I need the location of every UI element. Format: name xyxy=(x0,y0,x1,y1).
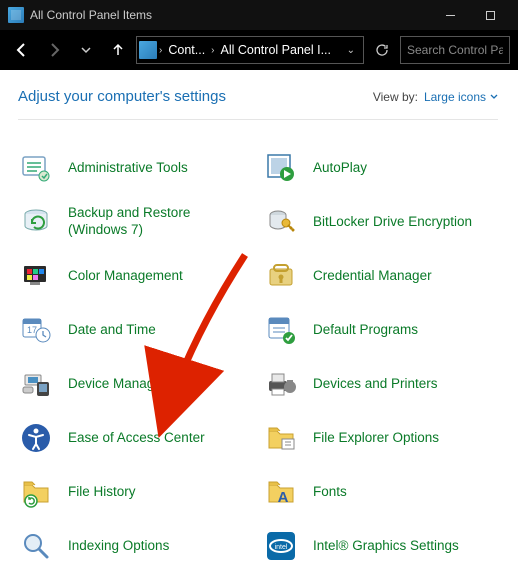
backup-restore-icon xyxy=(18,204,54,240)
address-bar[interactable]: › Cont... › All Control Panel I... ⌄ xyxy=(136,36,364,64)
administrative-tools-icon xyxy=(18,150,54,186)
search-box[interactable] xyxy=(400,36,510,64)
navbar: › Cont... › All Control Panel I... ⌄ xyxy=(0,30,518,70)
chevron-right-icon[interactable]: › xyxy=(211,45,214,56)
up-button[interactable] xyxy=(104,36,132,64)
item-bitlocker[interactable]: BitLocker Drive Encryption xyxy=(263,204,498,240)
item-default-programs[interactable]: Default Programs xyxy=(263,312,498,348)
item-color-management[interactable]: Color Management xyxy=(18,258,253,294)
items-grid: Administrative Tools AutoPlay Backup and… xyxy=(18,150,498,564)
item-devices-printers[interactable]: Devices and Printers xyxy=(263,366,498,402)
item-label: Credential Manager xyxy=(313,268,432,285)
item-file-history[interactable]: File History xyxy=(18,474,253,510)
item-indexing-options[interactable]: Indexing Options xyxy=(18,528,253,564)
search-input[interactable] xyxy=(407,43,503,57)
item-intel-graphics[interactable]: intel Intel® Graphics Settings xyxy=(263,528,498,564)
breadcrumb-item[interactable]: Cont... xyxy=(164,43,209,57)
ease-of-access-icon xyxy=(18,420,54,456)
item-date-and-time[interactable]: 17 Date and Time xyxy=(18,312,253,348)
file-explorer-options-icon xyxy=(263,420,299,456)
control-panel-icon xyxy=(139,41,157,59)
item-file-explorer-options[interactable]: File Explorer Options xyxy=(263,420,498,456)
item-label: File History xyxy=(68,484,136,501)
item-autoplay[interactable]: AutoPlay xyxy=(263,150,498,186)
refresh-button[interactable] xyxy=(368,36,396,64)
minimize-button[interactable] xyxy=(430,0,470,30)
item-label: Fonts xyxy=(313,484,347,501)
titlebar: All Control Panel Items xyxy=(0,0,518,30)
item-label: AutoPlay xyxy=(313,160,367,177)
item-label: Administrative Tools xyxy=(68,160,188,177)
item-label: Date and Time xyxy=(68,322,156,339)
view-by-value: Large icons xyxy=(424,90,486,104)
breadcrumb-item[interactable]: All Control Panel I... xyxy=(217,43,335,57)
date-time-icon: 17 xyxy=(18,312,54,348)
divider xyxy=(18,119,498,120)
item-backup-restore[interactable]: Backup and Restore (Windows 7) xyxy=(18,204,253,240)
item-device-manager[interactable]: Device Manager xyxy=(18,366,253,402)
item-label: Device Manager xyxy=(68,376,166,393)
svg-text:17: 17 xyxy=(27,325,37,335)
file-history-icon xyxy=(18,474,54,510)
view-by-dropdown[interactable]: Large icons xyxy=(424,90,498,104)
item-ease-of-access[interactable]: Ease of Access Center xyxy=(18,420,253,456)
indexing-options-icon xyxy=(18,528,54,564)
item-fonts[interactable]: A Fonts xyxy=(263,474,498,510)
item-credential-manager[interactable]: Credential Manager xyxy=(263,258,498,294)
content-area: Adjust your computer's settings View by:… xyxy=(0,70,518,564)
device-manager-icon xyxy=(18,366,54,402)
fonts-icon: A xyxy=(263,474,299,510)
control-panel-icon xyxy=(8,7,24,23)
item-label: Default Programs xyxy=(313,322,418,339)
item-label: Ease of Access Center xyxy=(68,430,205,447)
window-title: All Control Panel Items xyxy=(30,8,152,22)
item-label: Devices and Printers xyxy=(313,376,438,393)
chevron-right-icon[interactable]: › xyxy=(159,45,162,56)
forward-button[interactable] xyxy=(40,36,68,64)
item-label: Backup and Restore (Windows 7) xyxy=(68,205,253,239)
back-button[interactable] xyxy=(8,36,36,64)
bitlocker-icon xyxy=(263,204,299,240)
autoplay-icon xyxy=(263,150,299,186)
svg-text:intel: intel xyxy=(275,544,288,551)
item-label: File Explorer Options xyxy=(313,430,439,447)
item-administrative-tools[interactable]: Administrative Tools xyxy=(18,150,253,186)
color-management-icon xyxy=(18,258,54,294)
item-label: BitLocker Drive Encryption xyxy=(313,214,472,231)
content-header: Adjust your computer's settings View by:… xyxy=(18,88,498,105)
default-programs-icon xyxy=(263,312,299,348)
credential-manager-icon xyxy=(263,258,299,294)
view-by-label: View by: xyxy=(373,90,418,104)
item-label: Indexing Options xyxy=(68,538,169,555)
recent-locations-button[interactable] xyxy=(72,36,100,64)
maximize-button[interactable] xyxy=(470,0,510,30)
address-dropdown-button[interactable]: ⌄ xyxy=(341,45,361,56)
item-label: Color Management xyxy=(68,268,183,285)
svg-text:A: A xyxy=(278,489,289,506)
page-title: Adjust your computer's settings xyxy=(18,88,226,105)
item-label: Intel® Graphics Settings xyxy=(313,538,459,555)
chevron-down-icon xyxy=(490,93,498,101)
intel-graphics-icon: intel xyxy=(263,528,299,564)
devices-printers-icon xyxy=(263,366,299,402)
